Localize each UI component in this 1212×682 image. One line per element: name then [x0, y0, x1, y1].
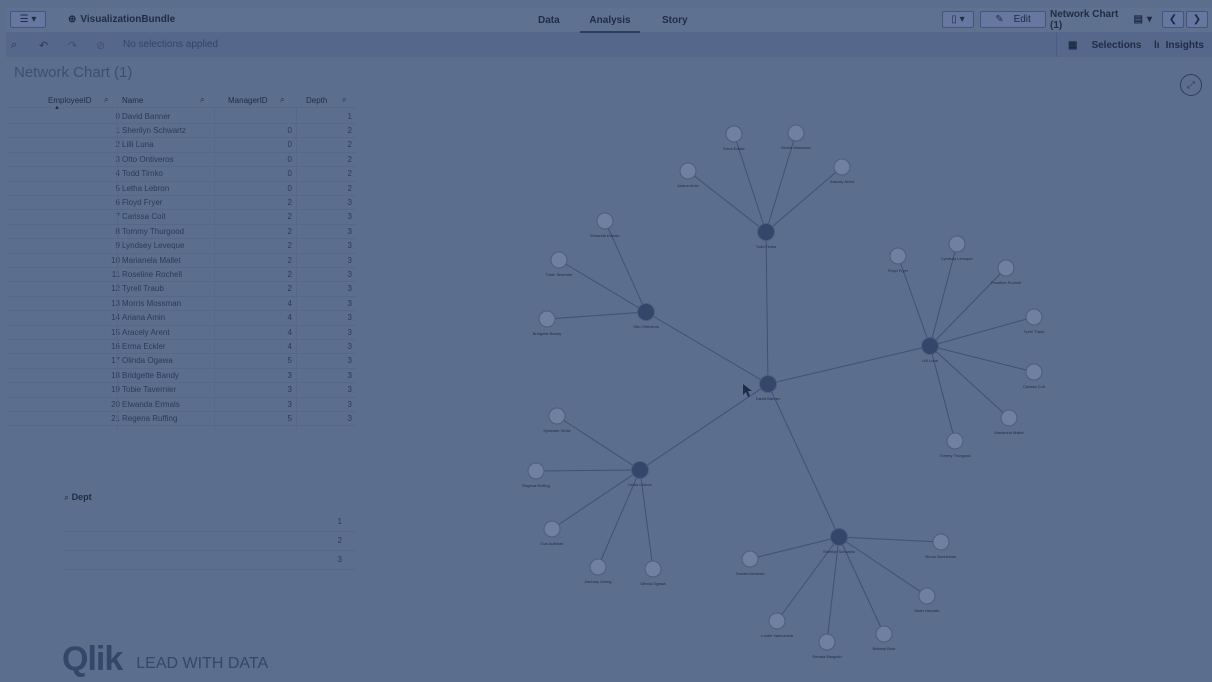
network-node-label: Carissa Coit — [1023, 384, 1046, 389]
app-frame: ☰ ▾ ⊕ VisualizationBundle Data Analysis … — [0, 0, 1212, 682]
network-node-label: Sherilyn Schwartz — [823, 549, 855, 554]
mouse-cursor-icon — [743, 384, 752, 397]
network-node-label: Morris Mossman — [781, 145, 811, 150]
network-edge — [535, 469, 641, 472]
network-node-label: Brittany Buhr — [872, 646, 896, 651]
network-chart[interactable]: David Banner Todd Timko Erma Eckler Morris … — [0, 0, 1212, 682]
network-node-label: Ariana Amin — [677, 183, 699, 188]
network-node[interactable] — [830, 528, 848, 546]
network-node-label: David Banner — [756, 396, 781, 401]
network-edge — [929, 345, 1010, 419]
network-node-label: Lilli Luna — [922, 358, 939, 363]
network-edge — [765, 231, 769, 385]
network-edge — [838, 536, 942, 543]
network-node-label: Lourie Valenzuela — [761, 633, 794, 638]
network-edge — [546, 311, 647, 320]
network-node-label: Bridgette Bandy — [533, 331, 561, 336]
network-node[interactable] — [589, 558, 607, 576]
network-node-label: Olinda Ogawa — [640, 581, 666, 586]
network-node-label: Renata Margolin — [812, 654, 841, 659]
qlik-logo: Qlik LEAD WITH DATA — [62, 640, 268, 679]
network-node[interactable] — [946, 432, 964, 450]
network-node[interactable] — [538, 310, 556, 328]
network-node[interactable] — [527, 462, 545, 480]
network-node[interactable] — [741, 550, 759, 568]
network-node-label: Roseline Rochell — [991, 280, 1021, 285]
network-node[interactable] — [1025, 308, 1043, 326]
network-edge — [687, 170, 767, 233]
network-node-label: Regena Ruffing — [522, 483, 550, 488]
network-edge — [765, 166, 843, 233]
network-node-label: Zachary Zaring — [585, 579, 612, 584]
network-edge — [929, 345, 1035, 373]
network-node[interactable] — [932, 533, 950, 551]
logo-wordmark: Qlik — [62, 640, 123, 678]
network-node[interactable] — [948, 235, 966, 253]
network-node-label: Sylvester Stoltz — [543, 428, 571, 433]
network-node-label: Marianela Mallet — [994, 430, 1024, 435]
network-node-label: Otto Ontiveros — [633, 324, 659, 329]
network-edge — [767, 345, 931, 385]
network-edge — [645, 311, 769, 385]
network-edge — [556, 415, 641, 471]
network-node[interactable] — [757, 223, 775, 241]
network-node-label: Tobie Tavernier — [545, 272, 573, 277]
network-node[interactable] — [637, 303, 655, 321]
network-node[interactable] — [548, 407, 566, 425]
network-node[interactable] — [725, 125, 743, 143]
network-node[interactable] — [550, 251, 568, 269]
network-node-label: Letha Lebron — [628, 482, 652, 487]
network-node[interactable] — [768, 612, 786, 630]
network-node-label: Tamala Mcdavid — [736, 571, 765, 576]
network-node[interactable] — [918, 587, 936, 605]
network-node-label: Gus Aultman — [541, 541, 564, 546]
network-node[interactable] — [1025, 363, 1043, 381]
network-node[interactable] — [596, 212, 614, 230]
network-edge — [558, 259, 647, 313]
network-node[interactable] — [833, 158, 851, 176]
network-node-label: Erma Eckler — [723, 146, 745, 151]
network-node[interactable] — [997, 259, 1015, 277]
network-node[interactable] — [631, 461, 649, 479]
network-node[interactable] — [875, 625, 893, 643]
network-node[interactable] — [1000, 409, 1018, 427]
network-node-label: Elwanda Ermals — [591, 233, 620, 238]
network-edge — [639, 383, 769, 471]
network-node[interactable] — [921, 337, 939, 355]
network-node[interactable] — [543, 520, 561, 538]
network-node-label: Aracely Arent — [830, 179, 855, 184]
network-node[interactable] — [679, 162, 697, 180]
network-node-label: Bruno Bonheimer — [925, 554, 957, 559]
network-node-label: Floyd Fryer — [888, 268, 909, 273]
network-node-label: Lyndsey Leveque — [941, 256, 973, 261]
network-edge — [767, 383, 840, 538]
network-edge — [929, 316, 1035, 347]
network-node-label: Nash Harvatin — [914, 608, 939, 613]
network-node[interactable] — [787, 124, 805, 142]
network-node[interactable] — [818, 633, 836, 651]
network-node[interactable] — [759, 375, 777, 393]
network-node-label: Todd Timko — [756, 244, 777, 249]
network-node-label: Tommy Thurgood — [939, 453, 970, 458]
logo-tagline: LEAD WITH DATA — [136, 655, 269, 672]
network-node-label: Tyrell Traub — [1024, 329, 1046, 334]
network-node[interactable] — [644, 560, 662, 578]
network-node[interactable] — [889, 247, 907, 265]
